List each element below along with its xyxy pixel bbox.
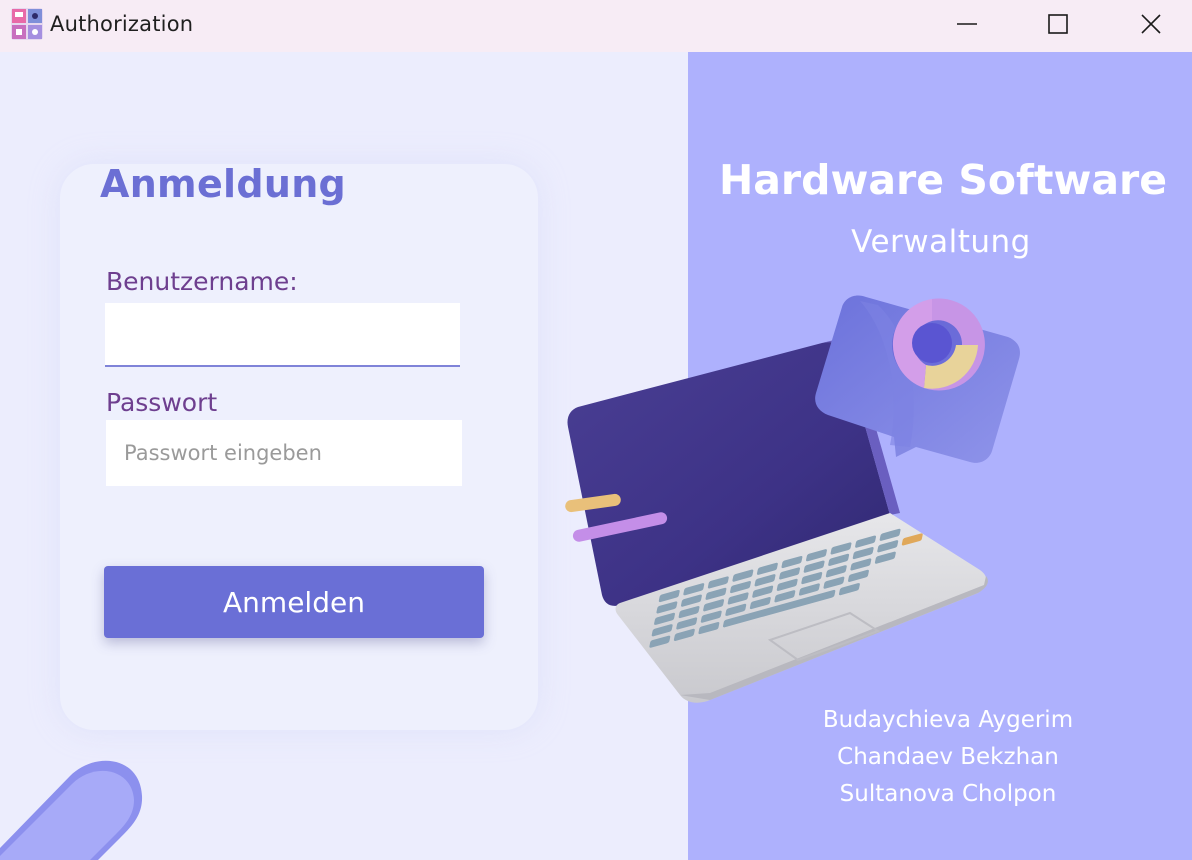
username-label: Benutzername: bbox=[106, 267, 298, 296]
app-subtitle: Verwaltung bbox=[851, 224, 1031, 260]
authors-list: Budaychieva Aygerim Chandaev Bekzhan Sul… bbox=[788, 702, 1108, 813]
minimize-icon bbox=[957, 23, 977, 25]
close-icon bbox=[1141, 14, 1161, 34]
app-icon bbox=[11, 8, 43, 40]
decorative-shape bbox=[0, 760, 143, 860]
maximize-button[interactable] bbox=[1034, 0, 1082, 48]
title-bar: Authorization bbox=[0, 0, 1192, 52]
maximize-icon bbox=[1048, 14, 1068, 34]
window-title: Authorization bbox=[50, 12, 194, 36]
laptop-illustration bbox=[565, 295, 1020, 703]
username-input[interactable] bbox=[105, 303, 460, 367]
minimize-button[interactable] bbox=[943, 0, 991, 48]
author-name: Sultanova Cholpon bbox=[839, 781, 1057, 807]
close-button[interactable] bbox=[1127, 0, 1175, 48]
password-label: Passwort bbox=[106, 388, 218, 417]
password-input[interactable] bbox=[106, 420, 462, 486]
login-title: Anmeldung bbox=[100, 162, 347, 206]
login-button[interactable]: Anmelden bbox=[104, 566, 484, 638]
author-name: Chandaev Bekzhan bbox=[837, 744, 1059, 770]
app-name: Hardware Software bbox=[718, 156, 1168, 204]
